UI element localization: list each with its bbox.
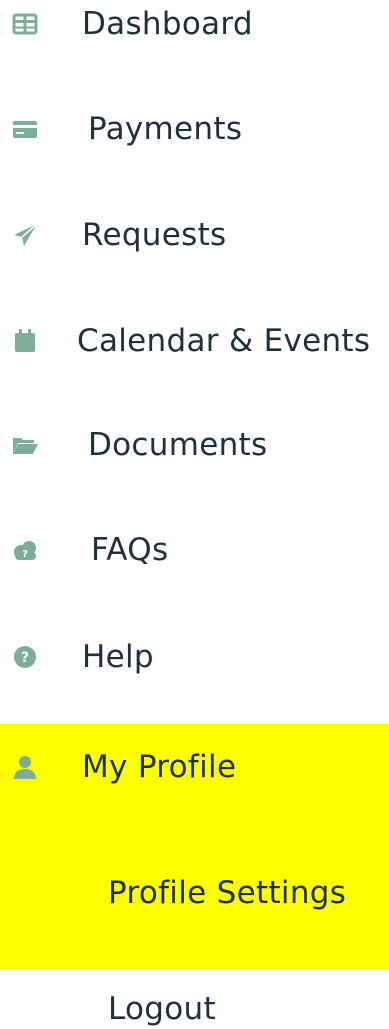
sidebar-item-label: Dashboard [82,6,253,42]
sidebar-item-label: Documents [88,427,268,463]
sidebar-menu: Dashboard Payments Requests Calendar & E… [0,0,389,1029]
sidebar-subitem-profile-settings[interactable]: Profile Settings [0,853,389,933]
sidebar-item-requests[interactable]: Requests [0,195,389,275]
sidebar-item-payments[interactable]: Payments [0,89,389,169]
sidebar-item-dashboard[interactable]: Dashboard [0,0,389,64]
table-grid-icon [10,9,40,39]
cloud-question-icon: ? [10,535,40,565]
sidebar-item-label: Requests [82,217,227,253]
sidebar-item-documents[interactable]: Documents [0,405,389,485]
folder-open-icon [10,430,40,460]
question-circle-icon: ? [10,642,40,672]
sidebar-subitem-logout[interactable]: Logout [0,969,389,1029]
user-icon [10,752,40,782]
sidebar-item-faqs[interactable]: ? FAQs [0,510,389,590]
sidebar-item-label: Calendar & Events [77,323,371,359]
sidebar-item-label: FAQs [91,532,169,568]
sidebar-item-my-profile[interactable]: My Profile [0,727,389,807]
sidebar-item-label: Payments [88,111,243,147]
sidebar-item-help[interactable]: ? Help [0,617,389,697]
credit-card-icon [10,114,40,144]
sidebar-item-label: Help [82,639,154,675]
sidebar-item-calendar-events[interactable]: Calendar & Events [0,301,389,381]
paper-plane-icon [10,220,40,250]
sidebar-subitem-label: Logout [108,991,216,1027]
svg-text:?: ? [22,549,28,560]
svg-text:?: ? [21,650,29,666]
sidebar-subitem-label: Profile Settings [108,875,347,911]
sidebar-item-label: My Profile [82,749,237,785]
calendar-icon [10,326,40,356]
